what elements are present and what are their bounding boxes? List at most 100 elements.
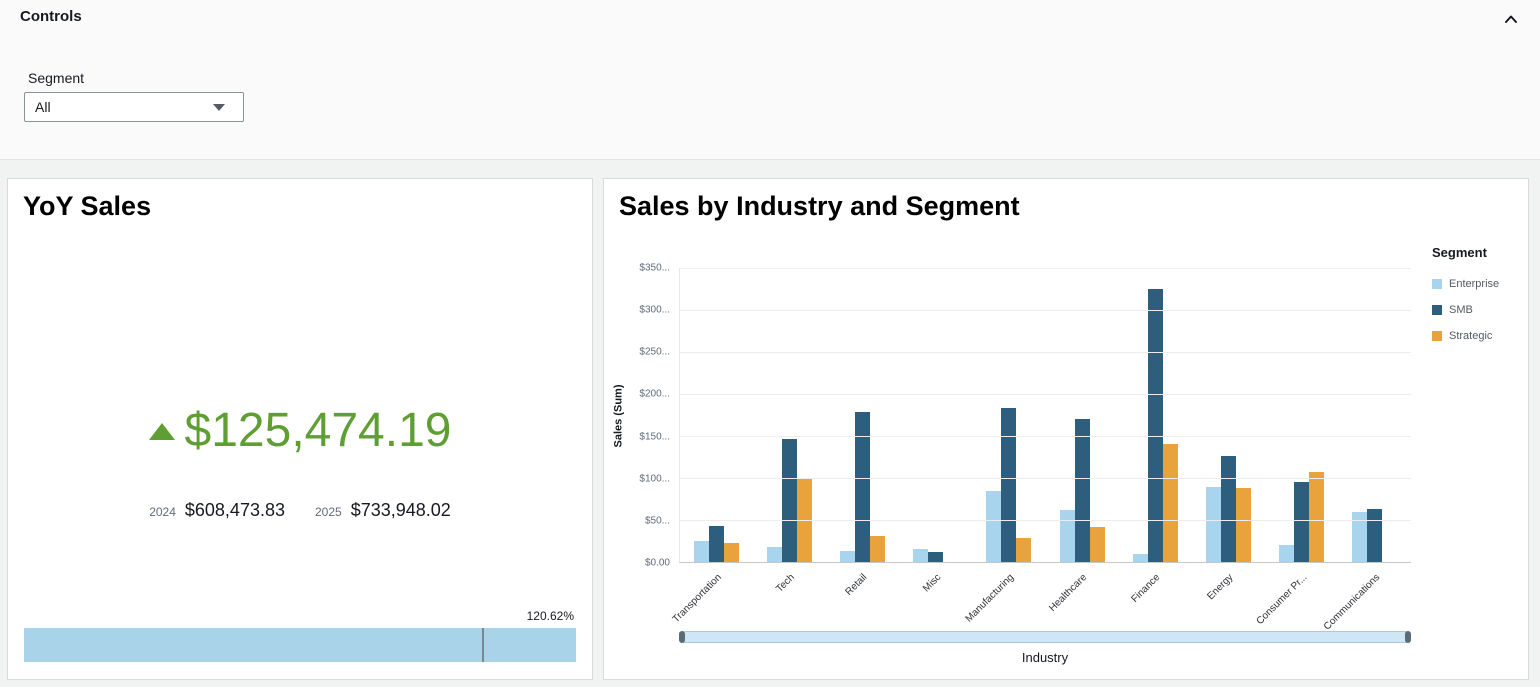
bar-smb[interactable] bbox=[1293, 482, 1309, 562]
kpi-year-value: $608,473.83 bbox=[184, 500, 285, 520]
bar-enterprise[interactable] bbox=[986, 491, 1002, 562]
kpi-card-yoy-sales: YoY Sales $125,474.19 2024 $608,473.83 2… bbox=[7, 178, 593, 680]
chart-plot-area bbox=[679, 268, 1411, 563]
gridline bbox=[680, 352, 1411, 353]
bar-strategic[interactable] bbox=[1235, 488, 1251, 562]
x-axis-label-cell: Finance bbox=[1118, 564, 1191, 630]
bar-strategic[interactable] bbox=[870, 535, 886, 562]
y-tick-label: $0.00 bbox=[644, 557, 670, 569]
legend-title: Segment bbox=[1432, 245, 1487, 260]
y-tick-label: $150... bbox=[639, 431, 670, 443]
segment-dropdown-value: All bbox=[35, 99, 51, 115]
bar-group bbox=[899, 268, 972, 562]
segment-dropdown[interactable]: All bbox=[24, 92, 244, 122]
y-tick-label: $350... bbox=[639, 262, 670, 274]
bar-smb[interactable] bbox=[1001, 408, 1017, 562]
gridline bbox=[680, 268, 1411, 269]
bar-group bbox=[680, 268, 753, 562]
x-axis-label-cell: Misc bbox=[899, 564, 972, 630]
x-axis-category-label: Energy bbox=[1205, 572, 1236, 603]
bar-group bbox=[1192, 268, 1265, 562]
slider-handle-left[interactable] bbox=[679, 631, 685, 643]
legend-items: Enterprise SMB Strategic bbox=[1432, 278, 1527, 342]
x-axis-label-cell: Healthcare bbox=[1045, 564, 1118, 630]
bar-enterprise[interactable] bbox=[694, 541, 710, 562]
chart-card-sales-by-industry: Sales by Industry and Segment Sales (Sum… bbox=[603, 178, 1529, 680]
bar-strategic[interactable] bbox=[724, 542, 740, 562]
kpi-progress-bar bbox=[24, 628, 576, 662]
bar-strategic[interactable] bbox=[1016, 538, 1032, 562]
x-axis-label-cell: Transportation bbox=[670, 564, 752, 630]
x-axis-label-cell: Energy bbox=[1191, 564, 1264, 630]
chevron-down-icon bbox=[213, 103, 225, 111]
gridline bbox=[680, 520, 1411, 521]
legend-label: SMB bbox=[1449, 304, 1473, 316]
bar-enterprise[interactable] bbox=[840, 551, 856, 562]
bar-smb[interactable] bbox=[1074, 419, 1090, 562]
chart-title: Sales by Industry and Segment bbox=[619, 191, 1020, 221]
bar-group bbox=[1265, 268, 1338, 562]
bar-enterprise[interactable] bbox=[1059, 509, 1075, 562]
x-axis-label-cell: Retail bbox=[825, 564, 898, 630]
segment-filter-label: Segment bbox=[28, 70, 85, 86]
bar-enterprise[interactable] bbox=[1132, 553, 1148, 562]
kpi-year-label: 2025 bbox=[315, 505, 342, 519]
chart-legend: Segment Enterprise SMB Strategic bbox=[1432, 245, 1527, 356]
y-tick-label: $50... bbox=[644, 515, 670, 527]
bar-smb[interactable] bbox=[1147, 289, 1163, 562]
kpi-comparison-2025: 2025 $733,948.02 bbox=[315, 500, 451, 521]
x-axis-label-cell: Tech bbox=[752, 564, 825, 630]
x-axis-title: Industry bbox=[1021, 650, 1069, 665]
bar-smb[interactable] bbox=[782, 439, 798, 562]
collapse-controls-button[interactable] bbox=[1500, 8, 1522, 30]
x-axis-label-cell: Manufacturing bbox=[964, 564, 1045, 630]
bar-enterprise[interactable] bbox=[913, 549, 929, 562]
bar-enterprise[interactable] bbox=[767, 546, 783, 562]
x-axis-category-label: Retail bbox=[843, 572, 870, 598]
x-axis-category-label: Tech bbox=[773, 572, 797, 595]
bar-smb[interactable] bbox=[709, 525, 725, 562]
bar-strategic[interactable] bbox=[1089, 526, 1105, 562]
bar-smb[interactable] bbox=[1220, 456, 1236, 562]
controls-title: Controls bbox=[20, 8, 82, 25]
legend-label: Enterprise bbox=[1449, 278, 1500, 290]
y-tick-label: $200... bbox=[639, 388, 670, 400]
chart-range-slider[interactable] bbox=[679, 631, 1411, 643]
y-tick-label: $300... bbox=[639, 304, 670, 316]
trend-up-icon bbox=[148, 422, 175, 440]
kpi-year-value: $733,948.02 bbox=[350, 500, 451, 520]
kpi-year-label: 2024 bbox=[149, 505, 176, 519]
legend-item-strategic[interactable]: Strategic bbox=[1432, 330, 1527, 342]
y-axis-labels: $350... $300... $250... $200... $150... $100.… bbox=[604, 263, 674, 569]
legend-label: Strategic bbox=[1449, 330, 1493, 342]
kpi-progress-percent-label: 120.62% bbox=[526, 609, 574, 623]
x-axis-category-label: Manufacturing bbox=[963, 572, 1017, 625]
legend-item-smb[interactable]: SMB bbox=[1432, 304, 1527, 316]
bar-group bbox=[972, 268, 1045, 562]
legend-swatch bbox=[1432, 331, 1442, 341]
bar-groups bbox=[680, 268, 1411, 562]
dashboard-body: YoY Sales $125,474.19 2024 $608,473.83 2… bbox=[0, 160, 1540, 687]
kpi-comparison-2024: 2024 $608,473.83 bbox=[149, 500, 285, 521]
y-tick-label: $100... bbox=[639, 473, 670, 485]
x-axis-category-label: Finance bbox=[1129, 572, 1163, 605]
legend-item-enterprise[interactable]: Enterprise bbox=[1432, 278, 1527, 290]
bar-group bbox=[1119, 268, 1192, 562]
x-axis-category-label: Transportation bbox=[670, 572, 724, 626]
bar-enterprise[interactable] bbox=[1278, 545, 1294, 562]
kpi-main-value-row: $125,474.19 bbox=[8, 407, 592, 455]
kpi-comparison-row: 2024 $608,473.83 2025 $733,948.02 bbox=[8, 500, 592, 521]
bar-smb[interactable] bbox=[1366, 509, 1382, 562]
bar-smb[interactable] bbox=[928, 551, 944, 562]
gridline bbox=[680, 310, 1411, 311]
bar-strategic[interactable] bbox=[1162, 444, 1178, 562]
bar-strategic[interactable] bbox=[1308, 472, 1324, 562]
y-tick-label: $250... bbox=[639, 346, 670, 358]
bar-enterprise[interactable] bbox=[1205, 487, 1221, 562]
x-axis-labels: Transportation Tech Retail Misc Manufacturin… bbox=[670, 564, 1411, 632]
slider-handle-right[interactable] bbox=[1405, 631, 1411, 643]
legend-swatch bbox=[1432, 305, 1442, 315]
x-axis-label-cell: Communications bbox=[1322, 564, 1411, 632]
bar-smb[interactable] bbox=[855, 412, 871, 562]
chevron-up-icon bbox=[1505, 15, 1517, 23]
